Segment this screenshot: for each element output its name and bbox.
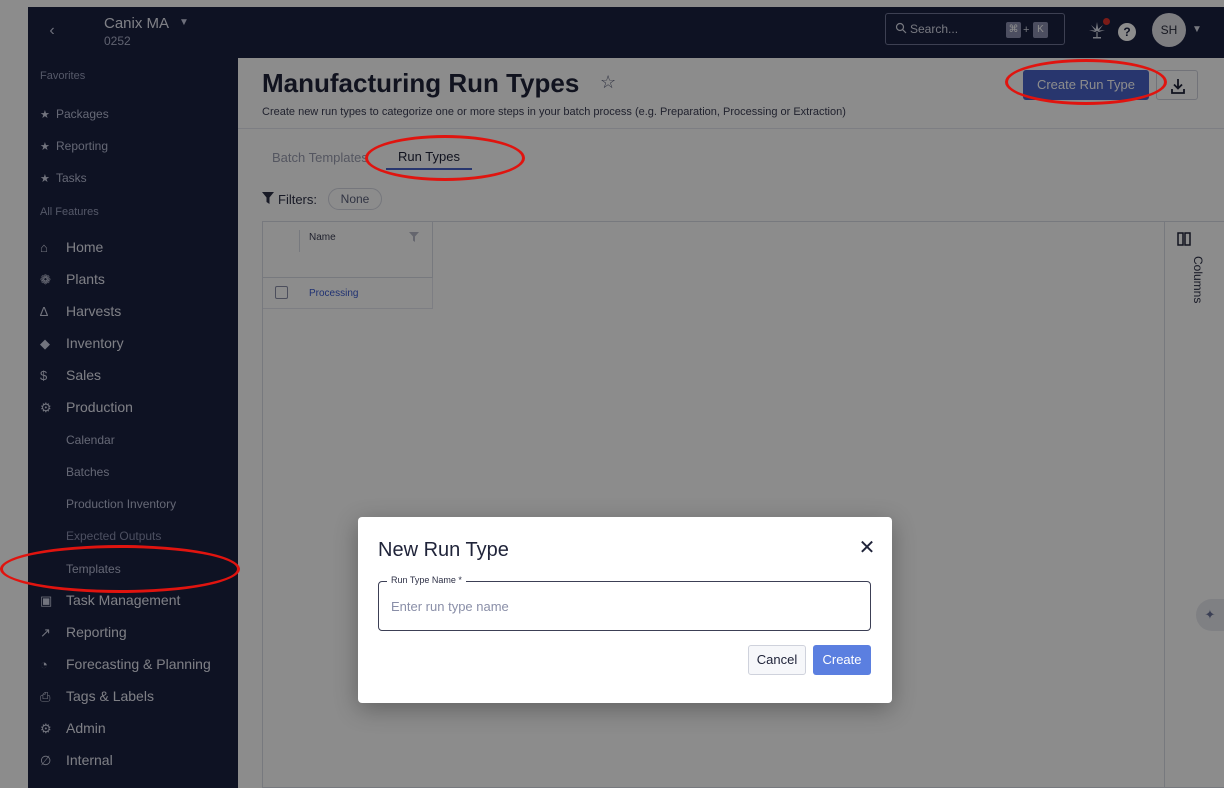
create-button[interactable]: Create xyxy=(813,645,871,675)
app: ‹ Canix MA ▼ 0252 Search... ⌘ + K ? SH ▼… xyxy=(0,0,1224,788)
annotation-ellipse-templates xyxy=(0,545,240,593)
annotation-ellipse-run-types-tab xyxy=(365,135,525,181)
close-icon[interactable]: ✕ xyxy=(856,537,878,559)
run-type-name-label: Run Type Name * xyxy=(387,575,466,585)
annotation-ellipse-create-button xyxy=(1005,59,1167,105)
modal-title: New Run Type xyxy=(378,539,509,561)
run-type-name-input[interactable] xyxy=(391,595,851,617)
cancel-button[interactable]: Cancel xyxy=(748,645,806,675)
run-type-name-field[interactable]: Run Type Name * xyxy=(378,575,871,631)
new-run-type-modal: New Run Type ✕ Run Type Name * Cancel Cr… xyxy=(358,517,892,703)
